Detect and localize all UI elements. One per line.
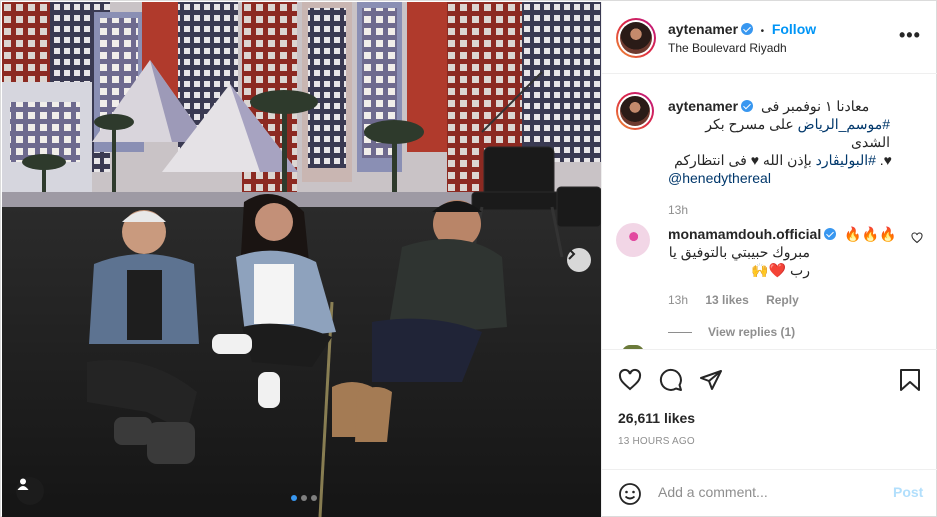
caption-time: 13h bbox=[668, 203, 689, 217]
add-comment-bar: Add a comment... Post bbox=[602, 469, 937, 517]
caption-username[interactable]: aytenamer bbox=[668, 98, 738, 114]
comment-emoji: 🔥🔥🔥 bbox=[844, 226, 897, 242]
post-actions: 26,611 likes 13 HOURS AGO bbox=[602, 349, 937, 469]
post-time-ago: 13 HOURS AGO bbox=[618, 436, 695, 447]
view-replies-row[interactable]: View replies (1) bbox=[668, 325, 908, 339]
comment-like-heart-icon[interactable] bbox=[911, 232, 923, 244]
comment-input[interactable]: Add a comment... bbox=[658, 484, 768, 500]
separator-dot: • bbox=[760, 26, 765, 37]
post-photo[interactable] bbox=[2, 2, 601, 517]
author-line: aytenamer • Follow bbox=[668, 21, 816, 37]
caption: aytenamer معادنا ١ نوفمبر فى #موسم_الريا… bbox=[668, 97, 918, 217]
comment-time: 13h bbox=[668, 293, 689, 307]
replies-divider bbox=[668, 332, 692, 334]
post-header: aytenamer • Follow The Boulevard Riyadh … bbox=[602, 2, 937, 74]
carousel-dot bbox=[291, 495, 297, 501]
emoji-icon[interactable] bbox=[618, 482, 642, 506]
photo-illustration bbox=[2, 2, 601, 517]
author-username[interactable]: aytenamer bbox=[668, 21, 738, 37]
caption-first-line: aytenamer معادنا ١ نوفمبر فى bbox=[668, 97, 918, 115]
verified-icon bbox=[741, 100, 754, 112]
post-comment-button[interactable]: Post bbox=[893, 484, 923, 500]
caption-text-line3-end: ♥. bbox=[879, 152, 892, 168]
caption-line2: #موسم_الرياض على مسرح بكر الشدى bbox=[668, 115, 890, 151]
user-tag-icon bbox=[17, 478, 29, 490]
mention-henedy[interactable]: @henedythereal bbox=[668, 170, 771, 186]
more-options-icon[interactable]: ••• bbox=[899, 26, 921, 44]
comment-meta: 13h 13 likes Reply bbox=[668, 293, 908, 307]
verified-icon bbox=[741, 23, 754, 35]
commenter-username[interactable]: monamamdouh.official bbox=[668, 226, 821, 242]
comment-first-line: monamamdouh.official 🔥🔥🔥 bbox=[668, 225, 908, 243]
carousel-dot bbox=[301, 495, 307, 501]
tagged-users-button[interactable] bbox=[16, 477, 44, 505]
follow-button[interactable]: Follow bbox=[772, 21, 816, 37]
hashtag-riyadh-season[interactable]: #موسم_الرياض bbox=[798, 116, 890, 132]
comments-section: aytenamer معادنا ١ نوفمبر فى #موسم_الريا… bbox=[602, 75, 937, 349]
share-icon[interactable] bbox=[699, 368, 723, 392]
carousel-indicator bbox=[291, 495, 317, 501]
caption-avatar[interactable] bbox=[616, 92, 654, 130]
comment-likes[interactable]: 13 likes bbox=[705, 293, 748, 307]
caption-line4: @henedythereal bbox=[668, 169, 918, 187]
comment-item: monamamdouh.official 🔥🔥🔥 مبروك حبيبتي با… bbox=[668, 225, 908, 339]
carousel-dot bbox=[311, 495, 317, 501]
commenter-avatar[interactable] bbox=[616, 223, 650, 257]
heart-icon[interactable] bbox=[618, 368, 642, 392]
author-avatar[interactable] bbox=[616, 18, 656, 58]
comment-icon[interactable] bbox=[659, 368, 683, 392]
chevron-right-icon bbox=[568, 248, 576, 260]
next-slide-button[interactable] bbox=[567, 248, 591, 272]
view-replies-button[interactable]: View replies (1) bbox=[708, 325, 795, 339]
location-link[interactable]: The Boulevard Riyadh bbox=[668, 41, 787, 55]
caption-line3: ♥. #البوليڤارد بإذن الله ♥ فى انتظاركم bbox=[668, 151, 892, 169]
caption-text-line3: بإذن الله ♥ فى انتظاركم bbox=[674, 152, 816, 168]
caption-text-line1: معادنا ١ نوفمبر فى bbox=[760, 98, 870, 114]
post-dialog: aytenamer • Follow The Boulevard Riyadh … bbox=[0, 0, 937, 517]
comment-text: مبروك حبيبتي بالتوفيق يا رب ❤️🙌 bbox=[668, 244, 810, 278]
verified-icon bbox=[824, 228, 837, 240]
post-side-panel: aytenamer • Follow The Boulevard Riyadh … bbox=[601, 2, 937, 517]
reply-button[interactable]: Reply bbox=[766, 293, 799, 307]
likes-count[interactable]: 26,611 likes bbox=[618, 410, 695, 426]
hashtag-boulevard[interactable]: #البوليڤارد bbox=[816, 152, 876, 168]
save-icon[interactable] bbox=[899, 368, 921, 392]
